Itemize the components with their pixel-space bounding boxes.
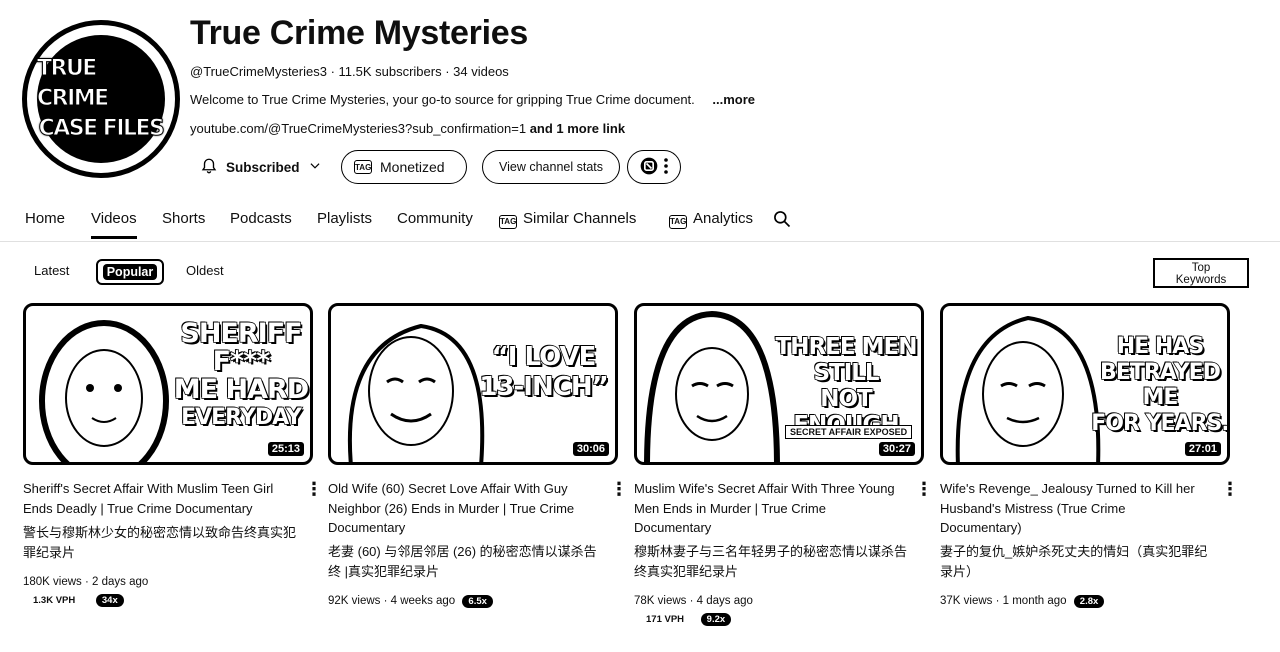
channel-avatar[interactable]: TRUE CRIME CASE FILES — [22, 20, 180, 178]
tag-icon: TAG — [669, 215, 687, 229]
view-channel-stats-button[interactable]: View channel stats — [482, 150, 620, 184]
video-title[interactable]: Sheriff's Secret Affair With Muslim Teen… — [23, 479, 288, 518]
chevron-down-icon — [308, 159, 322, 176]
subscribed-button[interactable]: Subscribed — [190, 150, 330, 184]
video-thumbnail[interactable]: “I LOVE 13-INCH” 30:06 — [328, 303, 618, 465]
vph-row: 1.3K VPH 34x — [33, 594, 124, 607]
video-thumbnail[interactable]: HE HAS BETRAYED ME FOR YEARS. 27:01 — [940, 303, 1230, 465]
chip-oldest[interactable]: Oldest — [186, 263, 224, 278]
tab-analytics[interactable]: TAG Analytics — [669, 210, 753, 229]
video-stats: 78K views · 4 days ago — [634, 595, 753, 607]
tab-playlists[interactable]: Playlists — [317, 210, 372, 227]
thumbnail-text: ME — [1142, 384, 1179, 410]
video-stats: 180K views · 2 days ago — [23, 576, 149, 588]
video-menu-icon[interactable]: ⋮ — [305, 480, 323, 498]
outlier-badge: 6.5x — [462, 595, 493, 608]
thumbnail-text: EVERYDAY — [180, 404, 302, 431]
tag-icon: TAG — [499, 215, 517, 229]
channel-name: True Crime Mysteries — [190, 14, 528, 52]
thumbnail-text: THREE MEN — [775, 333, 918, 361]
monetized-button[interactable]: TAG Monetized — [341, 150, 467, 184]
outlier-badge: 34x — [95, 594, 124, 607]
tab-label: Similar Channels — [523, 210, 637, 227]
thumbnail-text: SHERIFF — [180, 318, 304, 349]
tabs-divider — [0, 241, 1280, 242]
more-vert-icon — [663, 157, 669, 177]
tab-label: Analytics — [693, 210, 754, 227]
extension-icon — [639, 156, 659, 179]
top-keywords-button[interactable]: Top Keywords — [1153, 258, 1249, 288]
outlier-badge: 2.8x — [1073, 595, 1105, 608]
more-links[interactable]: and 1 more link — [530, 121, 625, 136]
tab-home[interactable]: Home — [25, 210, 65, 227]
thumbnail-text: FOR YEARS. — [1091, 410, 1229, 436]
chip-latest[interactable]: Latest — [34, 263, 69, 278]
tab-shorts[interactable]: Shorts — [162, 210, 205, 227]
video-stats-text: 92K views · 4 weeks ago — [328, 595, 456, 607]
channel-logo: TRUE CRIME CASE FILES — [37, 35, 165, 163]
tag-icon: TAG — [354, 160, 372, 174]
video-title-translation: 穆斯林妻子与三名年轻男子的秘密恋情以谋杀告终真实犯罪纪录片 — [634, 544, 908, 579]
bell-icon — [200, 157, 218, 178]
video-thumbnail[interactable]: THREE MEN STILL NOT ENOUGH SECRET AFFAIR… — [634, 303, 924, 465]
tab-community[interactable]: Community — [397, 210, 473, 227]
video-stats: 92K views · 4 weeks ago 6.5x — [328, 595, 493, 608]
tab-podcasts[interactable]: Podcasts — [230, 210, 292, 227]
video-menu-icon[interactable]: ⋮ — [1221, 480, 1239, 498]
description-text: Welcome to True Crime Mysteries, your go… — [190, 92, 695, 107]
duration-badge: 30:06 — [572, 442, 609, 456]
vph-value: 1.3K VPH — [33, 595, 76, 606]
video-title[interactable]: Muslim Wife's Secret Affair With Three Y… — [634, 479, 899, 538]
video-thumbnail[interactable]: SHERIFF F*** ME HARD EVERYDAY 25:13 — [23, 303, 313, 465]
duration-badge: 27:01 — [1184, 442, 1221, 456]
logo-text-line: TRUE CRIME — [37, 56, 110, 112]
chip-label: Popular — [102, 264, 158, 280]
video-stats-text: 37K views · 1 month ago — [940, 595, 1067, 607]
video-title-translation: 妻子的复仇_嫉妒杀死丈夫的情妇（真实犯罪纪录片） — [940, 544, 1208, 579]
duration-badge: 25:13 — [267, 442, 304, 456]
channel-meta: @TrueCrimeMysteries3 · 11.5K subscribers… — [190, 64, 509, 79]
tab-similar-channels[interactable]: TAG Similar Channels — [499, 210, 636, 229]
thumbnail-text: ME HARD — [173, 374, 310, 405]
tab-videos[interactable]: Videos — [91, 210, 137, 239]
video-title-translation: 警长与穆斯林少女的秘密恋情以致命告终真实犯罪纪录片 — [23, 525, 297, 560]
thumbnail-text: BETRAYED — [1099, 359, 1221, 385]
channel-link[interactable]: youtube.com/@TrueCrimeMysteries3?sub_con… — [190, 121, 526, 136]
thumbnail-text: HE HAS — [1116, 333, 1205, 359]
logo-text-line: CASE FILES — [38, 116, 165, 142]
channel-links[interactable]: youtube.com/@TrueCrimeMysteries3?sub_con… — [190, 121, 625, 136]
extension-menu-button[interactable] — [627, 150, 681, 184]
more-link[interactable]: ...more — [712, 92, 755, 107]
thumbnail-subtext: SECRET AFFAIR EXPOSED — [785, 425, 913, 439]
video-title[interactable]: Wife's Revenge_ Jealousy Turned to Kill … — [940, 479, 1205, 538]
video-stats: 37K views · 1 month ago 2.8x — [940, 595, 1105, 608]
outlier-badge: 9.2x — [700, 613, 732, 626]
top-keywords-line: Top — [1191, 262, 1211, 274]
thumbnail-text: F*** — [212, 346, 271, 377]
video-title[interactable]: Old Wife (60) Secret Love Affair With Gu… — [328, 479, 593, 538]
thumbnail-text: “I LOVE — [491, 341, 597, 373]
vph-row: 171 VPH 9.2x — [646, 613, 732, 626]
thumbnail-text: STILL — [813, 359, 881, 387]
chip-popular[interactable]: Popular — [96, 259, 164, 285]
subscribed-label: Subscribed — [226, 159, 300, 175]
video-title-translation: 老妻 (60) 与邻居邻居 (26) 的秘密恋情以谋杀告终 |真实犯罪纪录片 — [328, 544, 597, 579]
thumbnail-text: 13-INCH” — [479, 371, 610, 403]
search-icon[interactable] — [772, 209, 792, 234]
top-keywords-line: Keywords — [1175, 274, 1227, 286]
duration-badge: 30:27 — [878, 442, 915, 456]
video-menu-icon[interactable]: ⋮ — [915, 480, 933, 498]
channel-description[interactable]: Welcome to True Crime Mysteries, your go… — [190, 92, 755, 107]
stats-label: View channel stats — [499, 160, 603, 174]
monetized-label: Monetized — [380, 159, 445, 175]
video-menu-icon[interactable]: ⋮ — [610, 480, 628, 498]
vph-value: 171 VPH — [646, 614, 685, 625]
